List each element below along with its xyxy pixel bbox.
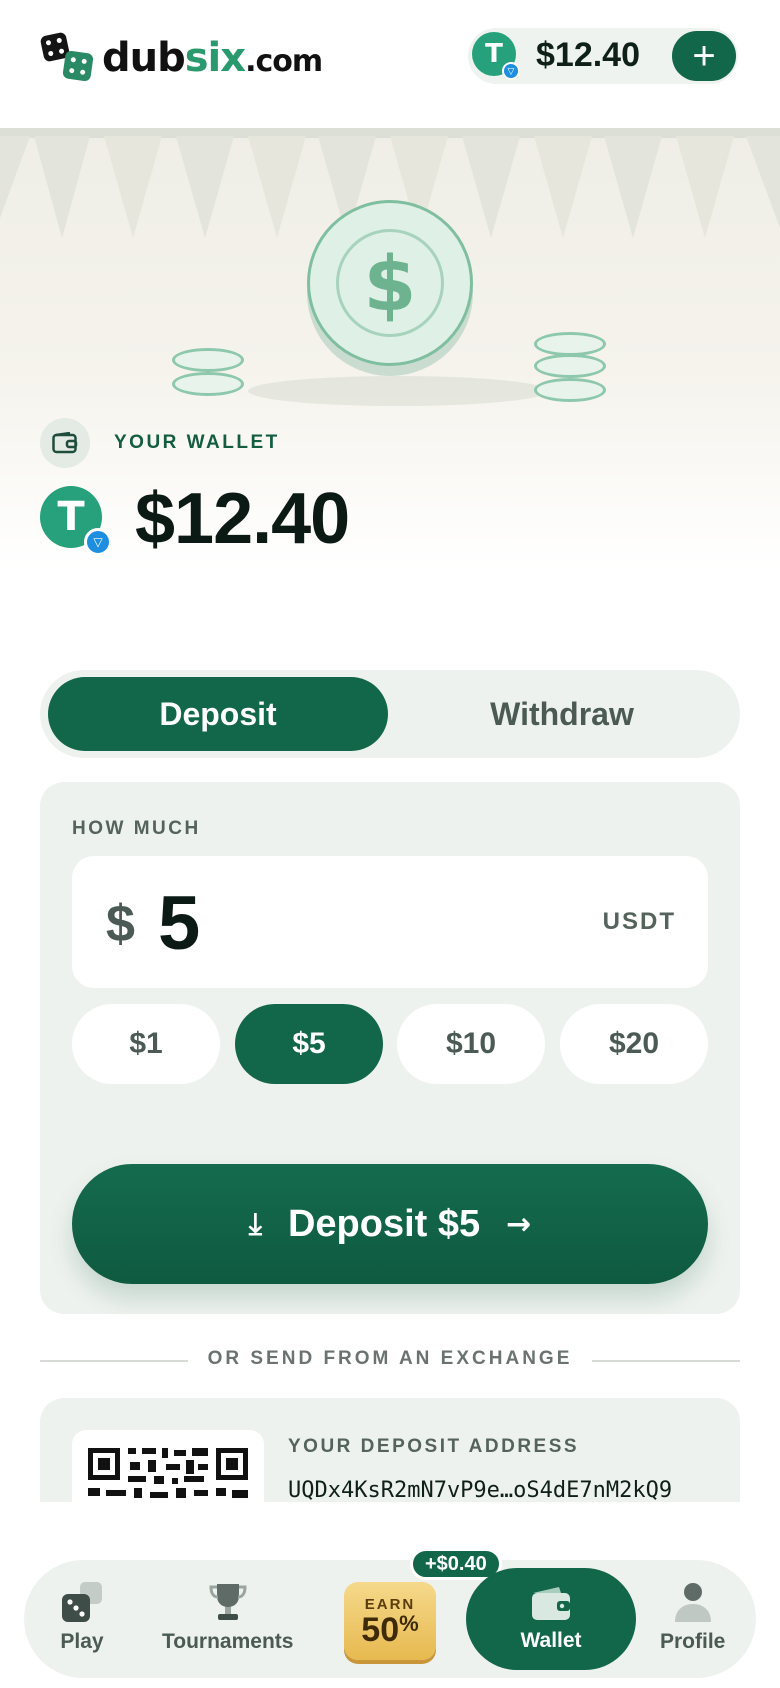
quick-amount-20[interactable]: $20 bbox=[560, 1004, 708, 1084]
header-balance: $12.40 bbox=[536, 36, 640, 74]
nav-tournaments-label: Tournaments bbox=[162, 1630, 294, 1653]
deposit-panel: HOW MUCH $ 5 USDT $1 $5 $10 $20 ⤓ Deposi… bbox=[40, 782, 740, 1314]
deposit-submit-button[interactable]: ⤓ Deposit $5 → bbox=[72, 1164, 708, 1284]
deposit-submit-label: Deposit $5 bbox=[287, 1202, 481, 1245]
wallet-balance: $12.40 bbox=[135, 479, 350, 559]
qr-code-icon bbox=[88, 1448, 248, 1498]
tab-withdraw[interactable]: Withdraw bbox=[392, 677, 732, 751]
quick-amount-5[interactable]: $5 bbox=[235, 1004, 383, 1084]
wallet-hero: $ bbox=[0, 128, 780, 568]
dice-icon bbox=[39, 31, 96, 82]
wallet-label: YOUR WALLET bbox=[114, 432, 280, 453]
quick-amount-1[interactable]: $1 bbox=[72, 1004, 220, 1084]
amount-value: 5 bbox=[158, 881, 201, 966]
deposit-address-value[interactable]: UQDx4KsR2mN7vP9e…oS4dE7nM2kQ9 bbox=[288, 1478, 672, 1502]
quick-amount-10[interactable]: $10 bbox=[397, 1004, 545, 1084]
currency-symbol: $ bbox=[106, 895, 135, 953]
nav-profile[interactable]: Profile bbox=[660, 1580, 725, 1654]
add-funds-button[interactable]: + bbox=[672, 31, 736, 81]
user-icon bbox=[674, 1583, 711, 1622]
header-balance-pill[interactable]: T ▽ $12.40 + bbox=[468, 28, 738, 84]
tab-deposit[interactable]: Deposit bbox=[48, 677, 388, 751]
earn-percent: 50% bbox=[361, 1610, 419, 1649]
ton-icon: ▽ bbox=[84, 528, 112, 556]
dice-icon bbox=[62, 1582, 102, 1622]
logo-text: dubsix.com bbox=[102, 35, 323, 81]
exchange-divider-text: OR SEND FROM AN EXCHANGE bbox=[207, 1348, 573, 1369]
bottom-nav: Play Tournaments EARN 50% +$0.40 Wallet … bbox=[24, 1548, 756, 1678]
wallet-icon bbox=[532, 1587, 570, 1620]
nav-play[interactable]: Play bbox=[60, 1580, 104, 1654]
qr-code[interactable] bbox=[72, 1430, 264, 1502]
coin-shadow bbox=[248, 376, 548, 406]
how-much-label: HOW MUCH bbox=[72, 818, 201, 839]
wallet-label-row: YOUR WALLET bbox=[40, 418, 280, 468]
nav-play-label: Play bbox=[60, 1630, 104, 1653]
earn-promo-button[interactable]: EARN 50% bbox=[344, 1582, 436, 1660]
nav-wallet-label: Wallet bbox=[520, 1629, 582, 1652]
deposit-address-card: YOUR DEPOSIT ADDRESS UQDx4KsR2mN7vP9e…oS… bbox=[40, 1398, 740, 1502]
earn-badge: +$0.40 bbox=[410, 1548, 502, 1580]
deposit-withdraw-tabs: Deposit Withdraw bbox=[40, 670, 740, 758]
dollar-coin-icon: $ bbox=[307, 200, 473, 366]
logo[interactable]: dubsix.com bbox=[39, 31, 323, 82]
ton-icon: ▽ bbox=[502, 62, 520, 80]
trophy-icon bbox=[209, 1584, 247, 1620]
download-icon: ⤓ bbox=[248, 1206, 262, 1242]
amount-input[interactable]: $ 5 USDT bbox=[72, 856, 708, 988]
app-header: dubsix.com T ▽ $12.40 + bbox=[0, 0, 780, 128]
arrow-right-icon: → bbox=[506, 1206, 532, 1242]
nav-tournaments[interactable]: Tournaments bbox=[162, 1580, 293, 1654]
plus-icon: + bbox=[692, 34, 716, 78]
exchange-divider: OR SEND FROM AN EXCHANGE bbox=[40, 1346, 740, 1376]
amount-unit: USDT bbox=[602, 908, 676, 935]
nav-wallet[interactable]: Wallet bbox=[466, 1568, 636, 1670]
wallet-icon bbox=[40, 418, 90, 468]
nav-profile-label: Profile bbox=[660, 1630, 726, 1653]
deposit-address-label: YOUR DEPOSIT ADDRESS bbox=[288, 1436, 580, 1457]
